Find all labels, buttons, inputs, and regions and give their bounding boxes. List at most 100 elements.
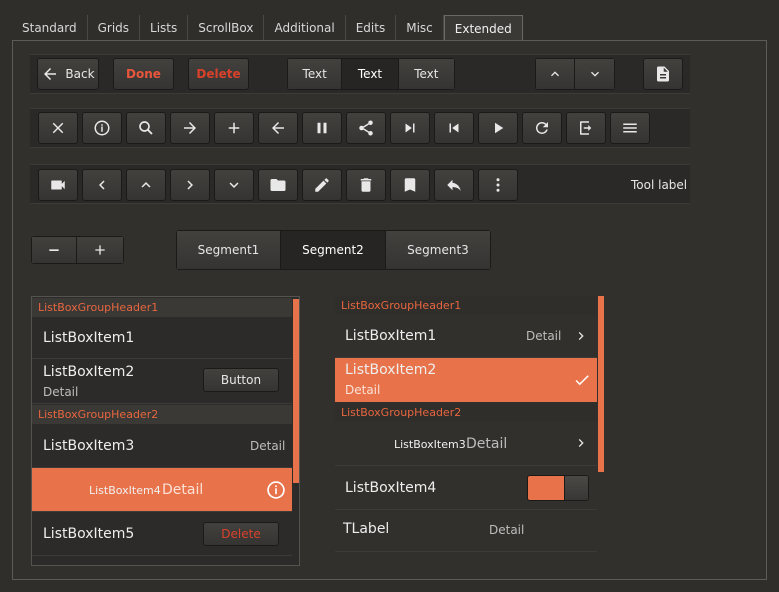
add-button[interactable]: [214, 112, 254, 144]
trash-icon: [360, 178, 372, 192]
chevron-left-icon: [99, 180, 105, 190]
delete-button[interactable]: Delete: [188, 58, 249, 90]
tab-edits[interactable]: Edits: [346, 15, 397, 41]
chevron-up-icon: [141, 182, 151, 188]
list-item-5-delete-button[interactable]: Delete: [203, 522, 279, 546]
down-button[interactable]: [575, 59, 614, 89]
tab-standard[interactable]: Standard: [12, 15, 88, 41]
exit-icon: [580, 121, 592, 135]
listbox-left-scrollbar[interactable]: [293, 299, 299, 483]
group-header-1: ListBoxGroupHeader1: [32, 298, 292, 317]
trash-button[interactable]: [346, 169, 386, 201]
share-button[interactable]: [346, 112, 386, 144]
more-button[interactable]: [478, 169, 518, 201]
list-item-3-label: ListBoxItem3: [43, 438, 135, 454]
pause-button[interactable]: [302, 112, 342, 144]
reply-button[interactable]: [434, 169, 474, 201]
segment-3[interactable]: Segment3: [386, 231, 490, 269]
skip-previous-icon: [449, 123, 459, 133]
listbox-right: ListBoxGroupHeader1 ListBoxItem1 Detail …: [335, 296, 605, 556]
right-list-item-4[interactable]: ListBoxItem4: [335, 466, 597, 510]
share-icon: [359, 120, 373, 136]
list-item-4[interactable]: ListBoxItem4 Detail: [32, 468, 292, 512]
exit-button[interactable]: [566, 112, 606, 144]
delete-label: Delete: [196, 67, 241, 81]
list-item-3[interactable]: ListBoxItem3 Detail: [32, 424, 292, 468]
skip-next-button[interactable]: [390, 112, 430, 144]
segment-2[interactable]: Segment2: [281, 231, 386, 269]
back-label: Back: [65, 67, 95, 81]
more-vertical-icon: [496, 178, 500, 192]
done-label: Done: [126, 67, 161, 81]
document-button[interactable]: [643, 58, 683, 90]
search-button[interactable]: [126, 112, 166, 144]
text-segment-1[interactable]: Text: [288, 59, 343, 89]
forward-button[interactable]: [170, 112, 210, 144]
listbox-right-scrollbar[interactable]: [598, 296, 604, 472]
list-item-2-detail: Detail: [43, 385, 79, 399]
previous-button[interactable]: [258, 112, 298, 144]
pencil-icon: [315, 178, 329, 192]
info-icon[interactable]: [266, 480, 286, 500]
list-item-5[interactable]: ListBoxItem5 Delete: [32, 512, 292, 556]
group-header-2: ListBoxGroupHeader2: [32, 405, 292, 424]
increment-button[interactable]: [77, 237, 123, 263]
close-button[interactable]: [38, 112, 78, 144]
tlabel-detail: Detail: [489, 523, 525, 537]
up-down-control: [535, 58, 615, 90]
chevron-right-icon: [578, 332, 584, 340]
list-item-3-detail: Detail: [250, 439, 286, 453]
info-icon: [94, 120, 110, 136]
folder-button[interactable]: [258, 169, 298, 201]
tab-extended[interactable]: Extended: [443, 15, 523, 41]
back-button[interactable]: Back: [37, 58, 99, 90]
chevron-up-button[interactable]: [126, 169, 166, 201]
done-button[interactable]: Done: [113, 58, 174, 90]
info-button[interactable]: [82, 112, 122, 144]
right-list-item-3-detail: Detail: [466, 436, 508, 452]
list-item-2-label: ListBoxItem2: [43, 364, 135, 380]
tab-misc[interactable]: Misc: [396, 15, 444, 41]
tab-scrollbox[interactable]: ScrollBox: [188, 15, 265, 41]
right-list-item-2-detail: Detail: [345, 383, 381, 397]
segment-1[interactable]: Segment1: [177, 231, 281, 269]
tab-lists[interactable]: Lists: [140, 15, 189, 41]
right-list-item-2[interactable]: ListBoxItem2 Detail: [335, 358, 597, 402]
chevron-left-button[interactable]: [82, 169, 122, 201]
decrement-button[interactable]: [32, 237, 78, 263]
play-button[interactable]: [478, 112, 518, 144]
tab-grids[interactable]: Grids: [88, 15, 141, 41]
tab-additional[interactable]: Additional: [264, 15, 346, 41]
list-item-2-button[interactable]: Button: [203, 368, 279, 392]
list-item-1[interactable]: ListBoxItem1: [32, 317, 292, 359]
text-segment-2[interactable]: Text: [342, 59, 399, 89]
list-item-2[interactable]: ListBoxItem2 Detail Button: [32, 359, 292, 404]
camera-button[interactable]: [38, 169, 78, 201]
bookmark-icon: [404, 178, 416, 192]
folder-icon: [270, 179, 286, 191]
refresh-icon: [535, 121, 548, 134]
chevron-down-icon: [229, 182, 239, 188]
listbox-left: ListBoxGroupHeader1 ListBoxItem1 ListBox…: [31, 296, 300, 566]
right-list-item-1-label: ListBoxItem1: [345, 328, 437, 344]
toggle-switch-knob: [564, 476, 588, 500]
close-icon: [52, 122, 64, 134]
arrow-right-icon: [184, 122, 196, 134]
video-camera-icon: [51, 180, 65, 190]
play-icon: [495, 122, 504, 134]
menu-button[interactable]: [610, 112, 650, 144]
toggle-switch[interactable]: [527, 475, 589, 501]
reply-icon: [447, 179, 461, 191]
edit-button[interactable]: [302, 169, 342, 201]
bookmark-button[interactable]: [390, 169, 430, 201]
plus-icon: [228, 122, 240, 134]
menu-icon: [623, 123, 637, 133]
right-list-item-1[interactable]: ListBoxItem1 Detail: [335, 315, 597, 358]
chevron-down-button[interactable]: [214, 169, 254, 201]
skip-previous-button[interactable]: [434, 112, 474, 144]
right-list-item-3[interactable]: ListBoxItem3 Detail: [335, 422, 597, 466]
refresh-button[interactable]: [522, 112, 562, 144]
chevron-right-button[interactable]: [170, 169, 210, 201]
up-button[interactable]: [536, 59, 576, 89]
text-segment-3[interactable]: Text: [398, 59, 454, 89]
